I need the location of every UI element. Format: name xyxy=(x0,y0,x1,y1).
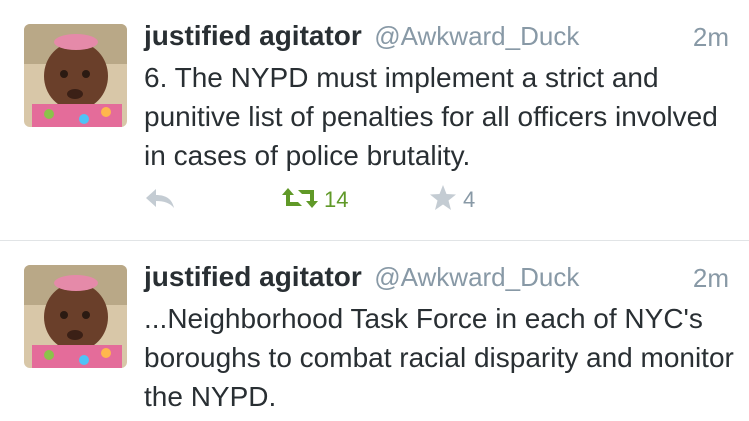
author-handle[interactable]: @Awkward_Duck xyxy=(374,21,579,51)
author-name[interactable]: justified agitator xyxy=(144,20,362,51)
author-handle[interactable]: @Awkward_Duck xyxy=(374,262,579,292)
avatar[interactable] xyxy=(24,265,127,368)
favorite-button[interactable]: 4 xyxy=(429,180,475,220)
retweet-icon xyxy=(282,186,318,215)
tweet-timeline: justified agitator @Awkward_Duck 2m 6. T… xyxy=(0,0,749,421)
author-name[interactable]: justified agitator xyxy=(144,261,362,292)
tweet-header: justified agitator @Awkward_Duck 2m xyxy=(144,20,729,60)
tweet-text: 6. The NYPD must implement a strict and … xyxy=(144,62,718,171)
retweet-count: 14 xyxy=(324,187,349,212)
tweet-actions: 14 4 xyxy=(144,180,644,220)
avatar[interactable] xyxy=(24,24,127,127)
reply-button[interactable] xyxy=(144,180,176,220)
favorite-count: 4 xyxy=(463,187,476,212)
reply-icon xyxy=(144,186,176,215)
tweet[interactable]: justified agitator @Awkward_Duck 2m ...N… xyxy=(0,241,749,421)
tweet-timestamp[interactable]: 2m xyxy=(693,263,729,294)
star-icon xyxy=(429,184,457,217)
tweet[interactable]: justified agitator @Awkward_Duck 2m 6. T… xyxy=(0,0,749,240)
tweet-text: ...Neighborhood Task Force in each of NY… xyxy=(144,303,734,412)
retweet-button[interactable]: 14 xyxy=(282,180,348,220)
tweet-header: justified agitator @Awkward_Duck 2m xyxy=(144,261,729,301)
tweet-timestamp[interactable]: 2m xyxy=(693,22,729,53)
